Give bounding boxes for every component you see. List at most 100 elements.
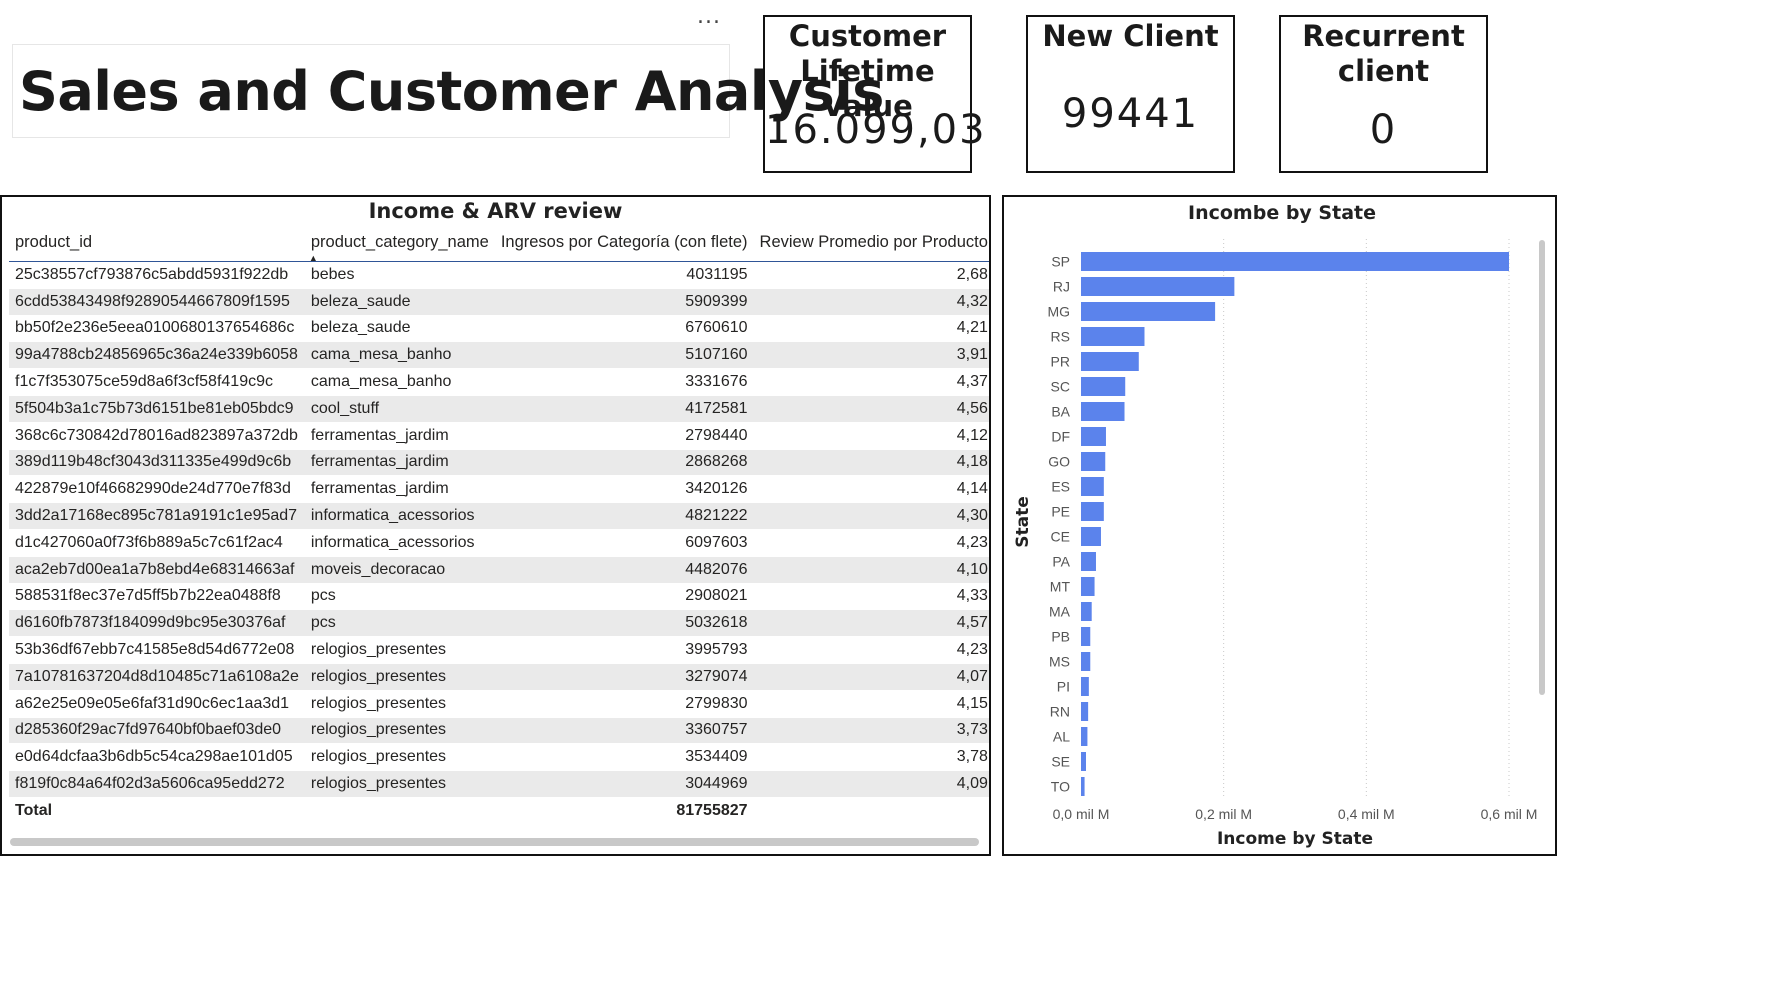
more-options-icon[interactable]: ... bbox=[692, 6, 726, 28]
table-row[interactable]: f819f0c84a64f02d3a5606ca95edd272 relogios… bbox=[9, 770, 989, 798]
cell-income: 2798440 bbox=[494, 422, 754, 450]
cell-category: informatica_acessorios bbox=[304, 529, 495, 557]
cell-category: ferramentas_jardim bbox=[304, 449, 495, 477]
table-header-row: product_id product_category_name ▲ Ingres… bbox=[9, 223, 989, 263]
cell-product-id: 368c6c730842d78016ad823897a372db bbox=[9, 422, 305, 450]
y-tick-label: MT bbox=[1050, 579, 1071, 595]
cell-review: 4,37 bbox=[753, 368, 989, 396]
cell-review: 4,57 bbox=[753, 609, 989, 638]
table-row[interactable]: 5f504b3a1c75b73d6151be81eb05bdc9 cool_stu… bbox=[9, 395, 989, 423]
bar-rs[interactable] bbox=[1081, 327, 1145, 346]
cell-review: 2,68 bbox=[753, 261, 989, 289]
income-by-state-chart-visual[interactable]: Incombe by State SP RJ MG RS PR SC BA DF GO ES PE CE… bbox=[1002, 195, 1557, 856]
table-row[interactable]: 7a10781637204d8d10485c71a6108a2e relogios… bbox=[9, 663, 989, 691]
bar-ms[interactable] bbox=[1081, 652, 1091, 671]
cell-income: 3420126 bbox=[494, 475, 754, 504]
cell-category: pcs bbox=[304, 609, 495, 638]
cell-product-id: aca2eb7d00ea1a7b8ebd4e68314663af bbox=[9, 556, 305, 584]
sort-ascending-icon[interactable]: ▲ bbox=[309, 254, 318, 263]
table-row[interactable]: 53b36df67ebb7c41585e8d54d6772e08 relogios… bbox=[9, 636, 989, 664]
column-header-category[interactable]: product_category_name ▲ bbox=[304, 223, 495, 263]
cell-product-id: 3dd2a17168ec895c781a9191c1e95ad7 bbox=[9, 502, 305, 530]
bar-mg[interactable] bbox=[1081, 302, 1216, 321]
table-row[interactable]: 25c38557cf793876c5abdd5931f922db bebes 403… bbox=[9, 261, 989, 289]
table-row[interactable]: a62e25e09e05e6faf31d90c6ec1aa3d1 relogios… bbox=[9, 690, 989, 718]
y-tick-label: PR bbox=[1051, 354, 1070, 370]
table-row[interactable]: e0d64dcfaa3b6db5c54ca298ae101d05 relogios… bbox=[9, 743, 989, 772]
table-row[interactable]: d285360f29ac7fd97640bf0baef03de0 relogios… bbox=[9, 717, 989, 745]
bar-pr[interactable] bbox=[1081, 352, 1139, 371]
cell-review: 4,32 bbox=[753, 288, 989, 316]
bar-go[interactable] bbox=[1081, 452, 1106, 471]
cell-income: 2799830 bbox=[494, 690, 754, 718]
cell-category: pcs bbox=[304, 583, 495, 611]
bar-mt[interactable] bbox=[1081, 577, 1095, 596]
kpi-title: Recurrent client bbox=[1302, 19, 1465, 88]
bar-df[interactable] bbox=[1081, 427, 1106, 446]
bar-pe[interactable] bbox=[1081, 502, 1104, 521]
y-tick-label: PI bbox=[1057, 679, 1070, 695]
cell-product-id: f1c7f353075ce59d8a6f3cf58f419c9c bbox=[9, 368, 305, 396]
bar-es[interactable] bbox=[1081, 477, 1104, 496]
table-row[interactable]: 588531f8ec37e7d5ff5b7b22ea0488f8 pcs 29080… bbox=[9, 583, 989, 611]
table-row[interactable]: 389d119b48cf3043d311335e499d9c6b ferramen… bbox=[9, 449, 989, 477]
cell-category: relogios_presentes bbox=[304, 770, 495, 798]
bar-ma[interactable] bbox=[1081, 602, 1092, 621]
bar-pa[interactable] bbox=[1081, 552, 1096, 571]
cell-income: 3331676 bbox=[494, 368, 754, 396]
y-tick-label: SE bbox=[1051, 754, 1070, 770]
y-tick-label: PB bbox=[1051, 629, 1070, 645]
table-body: 25c38557cf793876c5abdd5931f922db bebes 403… bbox=[9, 261, 989, 798]
bar-al[interactable] bbox=[1081, 727, 1088, 746]
cell-product-id: 99a4788cb24856965c36a24e339b6058 bbox=[9, 341, 305, 370]
cell-product-id: 389d119b48cf3043d311335e499d9c6b bbox=[9, 449, 305, 477]
cell-income: 2868268 bbox=[494, 449, 754, 477]
cell-review: 4,23 bbox=[753, 529, 989, 557]
table-row[interactable]: 3dd2a17168ec895c781a9191c1e95ad7 informat… bbox=[9, 502, 989, 530]
cell-category: cama_mesa_banho bbox=[304, 368, 495, 396]
page-title: Sales and Customer Analysis bbox=[19, 59, 884, 123]
y-axis-title: State bbox=[1013, 496, 1033, 548]
total-empty-cell bbox=[304, 796, 495, 825]
vertical-scrollbar[interactable] bbox=[1539, 240, 1545, 695]
kpi-value: 0 bbox=[1369, 107, 1398, 153]
cell-product-id: d1c427060a0f73f6b889a5c7c61f2ac4 bbox=[9, 529, 305, 557]
cell-income: 3360757 bbox=[494, 717, 754, 745]
cell-income: 3534409 bbox=[494, 743, 754, 772]
cell-product-id: e0d64dcfaa3b6db5c54ca298ae101d05 bbox=[9, 743, 305, 772]
table-total-row: Total 81755827 bbox=[9, 796, 989, 825]
bar-se[interactable] bbox=[1081, 752, 1086, 771]
cell-review: 4,21 bbox=[753, 315, 989, 343]
kpi-card-new-client: New Client 99441 bbox=[1026, 15, 1235, 173]
total-label: Total bbox=[9, 796, 305, 825]
horizontal-scrollbar[interactable] bbox=[10, 838, 979, 846]
bar-ce[interactable] bbox=[1081, 527, 1101, 546]
column-header-product-id[interactable]: product_id bbox=[9, 223, 305, 262]
cell-review: 4,12 bbox=[753, 422, 989, 450]
table-row[interactable]: f1c7f353075ce59d8a6f3cf58f419c9c cama_mes… bbox=[9, 368, 989, 396]
column-header-income[interactable]: Ingresos por Categoría (con flete) bbox=[494, 223, 754, 262]
table-row[interactable]: d1c427060a0f73f6b889a5c7c61f2ac4 informat… bbox=[9, 529, 989, 557]
bar-rj[interactable] bbox=[1081, 277, 1235, 296]
x-tick-label: 0,2 mil M bbox=[1195, 806, 1252, 822]
cell-income: 5909399 bbox=[494, 288, 754, 316]
bar-pb[interactable] bbox=[1081, 627, 1091, 646]
table-row[interactable]: 99a4788cb24856965c36a24e339b6058 cama_mes… bbox=[9, 341, 989, 370]
table-row[interactable]: 368c6c730842d78016ad823897a372db ferramen… bbox=[9, 422, 989, 450]
y-tick-label: GO bbox=[1048, 454, 1070, 470]
table-row[interactable]: 6cdd53843498f92890544667809f1595 beleza_s… bbox=[9, 288, 989, 316]
table-row[interactable]: bb50f2e236e5eea0100680137654686c beleza_s… bbox=[9, 315, 989, 343]
bar-ba[interactable] bbox=[1081, 402, 1125, 421]
income-review-table-visual[interactable]: Income & ARV review product_id product_c… bbox=[0, 195, 991, 856]
bar-pi[interactable] bbox=[1081, 677, 1089, 696]
y-tick-label: MG bbox=[1047, 304, 1070, 320]
column-header-review[interactable]: Review Promedio por Producto bbox=[753, 223, 989, 262]
bar-sp[interactable] bbox=[1081, 252, 1509, 271]
column-header-label: product_category_name bbox=[310, 232, 489, 251]
bar-sc[interactable] bbox=[1081, 377, 1126, 396]
table-row[interactable]: aca2eb7d00ea1a7b8ebd4e68314663af moveis_d… bbox=[9, 556, 989, 584]
table-row[interactable]: d6160fb7873f184099d9bc95e30376af pcs 50326… bbox=[9, 609, 989, 638]
bar-rn[interactable] bbox=[1081, 702, 1089, 721]
table-row[interactable]: 422879e10f46682990de24d770e7f83d ferramen… bbox=[9, 475, 989, 504]
bar-to[interactable] bbox=[1081, 777, 1085, 796]
